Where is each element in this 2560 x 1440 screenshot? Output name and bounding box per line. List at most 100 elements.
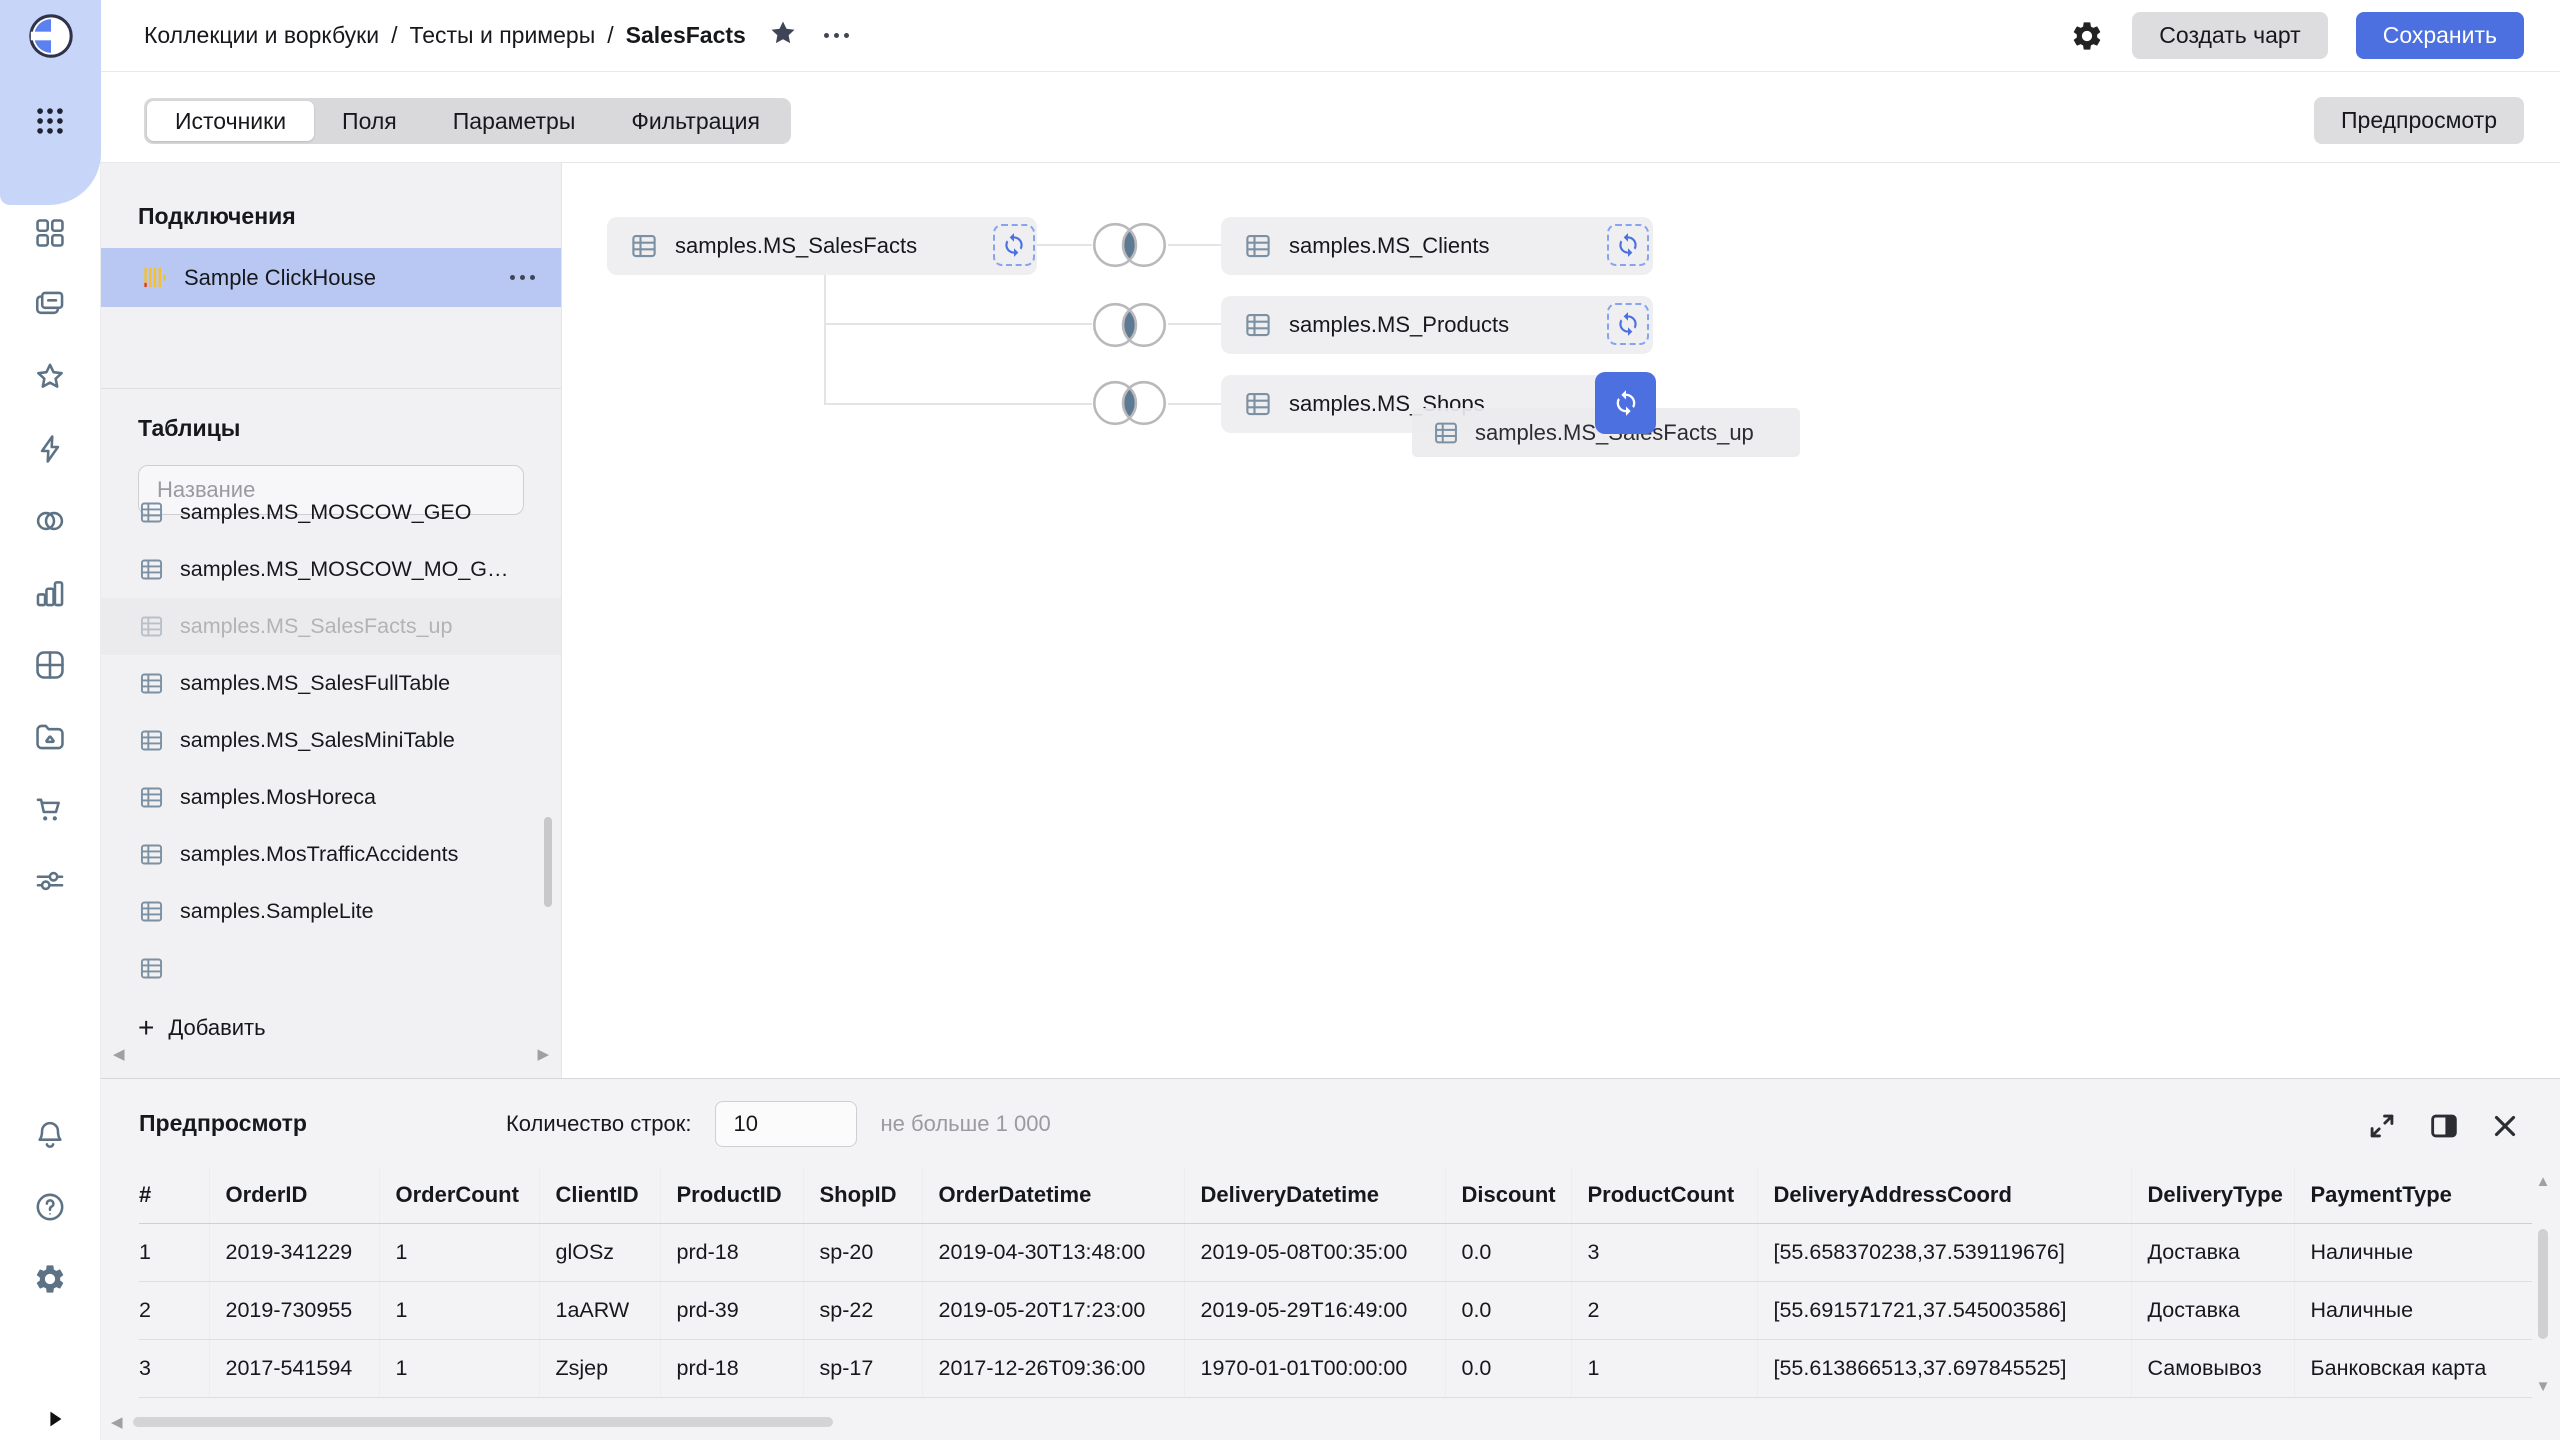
nav-storage-icon[interactable] xyxy=(33,720,67,754)
add-table-button[interactable]: + Добавить xyxy=(138,1006,266,1050)
panel-horizontal-scrollbar[interactable]: ◀ ▶ xyxy=(101,1047,561,1062)
table-item-label: samples.MosHoreca xyxy=(180,785,376,810)
table-list-item[interactable]: samples.MS_SalesMiniTable xyxy=(101,712,561,769)
cell: sp-17 xyxy=(803,1339,922,1397)
table-icon xyxy=(1432,419,1460,447)
source-node-root[interactable]: samples.MS_SalesFacts xyxy=(607,217,1037,275)
table-list-item[interactable]: samples.MS_MOSCOW_MO_G… xyxy=(101,541,561,598)
cell: Самовывоз xyxy=(2131,1339,2294,1397)
join-inner-icon[interactable] xyxy=(1092,302,1167,348)
save-button[interactable]: Сохранить xyxy=(2356,12,2524,59)
table-icon xyxy=(138,727,165,754)
dataset-tabs: Источники Поля Параметры Фильтрация xyxy=(144,98,791,144)
plus-icon: + xyxy=(138,1014,154,1042)
tables-list: samples.MS_MOSCOW_GEO samples.MS_MOSCOW_… xyxy=(101,500,561,985)
column-header: ProductID xyxy=(660,1168,803,1223)
refresh-source-button[interactable] xyxy=(1607,224,1649,266)
scrollbar-thumb[interactable] xyxy=(2538,1229,2548,1339)
tables-list-scrollbar[interactable] xyxy=(544,817,552,907)
nav-collections-icon[interactable] xyxy=(33,216,67,250)
table-list-item[interactable]: samples.MosTrafficAccidents xyxy=(101,826,561,883)
cell: 0.0 xyxy=(1445,1223,1571,1281)
table-list-item[interactable]: samples.SampleLite xyxy=(101,883,561,940)
cell: 2017-12-26T09:36:00 xyxy=(922,1339,1184,1397)
cell: 3 xyxy=(139,1339,209,1397)
source-node-label: samples.MS_Clients xyxy=(1289,233,1490,259)
breadcrumb-workbook[interactable]: Тесты и примеры xyxy=(409,22,595,49)
table-list-item[interactable]: samples.MS_MOSCOW_GEO xyxy=(101,500,561,541)
tab-sources[interactable]: Источники xyxy=(147,101,314,141)
refresh-source-button[interactable] xyxy=(993,224,1035,266)
preview-vertical-scrollbar[interactable]: ▲ ▼ xyxy=(2532,1168,2554,1400)
column-header: ShopID xyxy=(803,1168,922,1223)
column-header: DeliveryDatetime xyxy=(1184,1168,1445,1223)
connection-name: Sample ClickHouse xyxy=(184,265,376,291)
collapse-panel-icon[interactable] xyxy=(44,1408,66,1430)
favorite-star-icon[interactable] xyxy=(768,18,798,53)
tab-filtering[interactable]: Фильтрация xyxy=(603,101,788,141)
cell: 2017-541594 xyxy=(209,1339,379,1397)
split-view-icon[interactable] xyxy=(2427,1109,2461,1143)
preview-table-row: 1 2019-341229 1 glOSz prd-18 sp-20 2019-… xyxy=(139,1223,2544,1281)
create-chart-button[interactable]: Создать чарт xyxy=(2132,12,2327,59)
help-icon[interactable] xyxy=(33,1190,67,1224)
table-list-item[interactable]: samples.MS_SalesFullTable xyxy=(101,655,561,712)
scroll-right-icon[interactable]: ▶ xyxy=(537,1047,549,1062)
notifications-bell-icon[interactable] xyxy=(33,1118,67,1152)
panel-divider xyxy=(101,388,561,389)
tab-fields[interactable]: Поля xyxy=(314,101,425,141)
table-item-label: samples.MS_MOSCOW_GEO xyxy=(180,500,472,525)
table-list-item-clipped[interactable] xyxy=(101,940,561,985)
connector-line xyxy=(1168,244,1221,246)
scrollbar-thumb[interactable] xyxy=(133,1417,833,1427)
nav-services-icon[interactable] xyxy=(33,864,67,898)
nav-marketplace-icon[interactable] xyxy=(33,792,67,826)
cell: 1 xyxy=(379,1339,539,1397)
scroll-up-icon[interactable]: ▲ xyxy=(2536,1174,2551,1189)
expand-preview-icon[interactable] xyxy=(2365,1109,2399,1143)
table-list-item[interactable]: samples.MosHoreca xyxy=(101,769,561,826)
rail-settings-icon[interactable] xyxy=(33,1262,67,1296)
refresh-source-button-active[interactable] xyxy=(1595,372,1656,434)
close-preview-icon[interactable] xyxy=(2488,1109,2522,1143)
connector-line xyxy=(1168,403,1221,405)
nav-workbooks-icon[interactable] xyxy=(33,288,67,322)
table-icon xyxy=(138,841,165,868)
tab-parameters[interactable]: Параметры xyxy=(425,101,604,141)
connection-item-selected[interactable]: Sample ClickHouse xyxy=(101,248,561,307)
preview-title: Предпросмотр xyxy=(139,1110,307,1137)
nav-connections-icon[interactable] xyxy=(33,432,67,466)
scroll-down-icon[interactable]: ▼ xyxy=(2536,1379,2551,1394)
join-inner-icon[interactable] xyxy=(1092,222,1167,268)
row-count-input[interactable] xyxy=(715,1101,857,1147)
cell: 1 xyxy=(139,1223,209,1281)
refresh-source-button[interactable] xyxy=(1607,303,1649,345)
apps-grid-icon[interactable] xyxy=(33,104,67,138)
nav-datasets-icon[interactable] xyxy=(33,504,67,538)
datalens-logo[interactable] xyxy=(26,11,76,61)
nav-charts-icon[interactable] xyxy=(33,576,67,610)
top-bar: Коллекции и воркбуки / Тесты и примеры /… xyxy=(101,0,2560,72)
cell: 2 xyxy=(1571,1281,1757,1339)
source-node-clients[interactable]: samples.MS_Clients xyxy=(1221,217,1653,275)
cell: prd-18 xyxy=(660,1339,803,1397)
table-icon xyxy=(629,231,659,261)
nav-favorites-icon[interactable] xyxy=(33,360,67,394)
connection-more-icon[interactable] xyxy=(510,275,535,280)
more-actions-icon[interactable] xyxy=(824,33,849,38)
preview-toggle-button[interactable]: Предпросмотр xyxy=(2314,97,2524,144)
preview-table-row: 3 2017-541594 1 Zsjep prd-18 sp-17 2017-… xyxy=(139,1339,2544,1397)
scroll-left-icon[interactable]: ◀ xyxy=(113,1047,125,1062)
breadcrumb-collections[interactable]: Коллекции и воркбуки xyxy=(144,22,379,49)
join-inner-icon[interactable] xyxy=(1092,380,1167,426)
dataset-settings-gear-icon[interactable] xyxy=(2070,19,2104,53)
cell: sp-22 xyxy=(803,1281,922,1339)
table-icon xyxy=(138,670,165,697)
nav-dashboards-icon[interactable] xyxy=(33,648,67,682)
connector-line xyxy=(824,323,1092,325)
source-node-products[interactable]: samples.MS_Products xyxy=(1221,296,1653,354)
column-header: DeliveryType xyxy=(2131,1168,2294,1223)
table-icon xyxy=(138,613,165,640)
scroll-left-icon[interactable]: ◀ xyxy=(111,1415,123,1430)
preview-horizontal-scrollbar[interactable]: ◀ xyxy=(101,1409,2560,1435)
